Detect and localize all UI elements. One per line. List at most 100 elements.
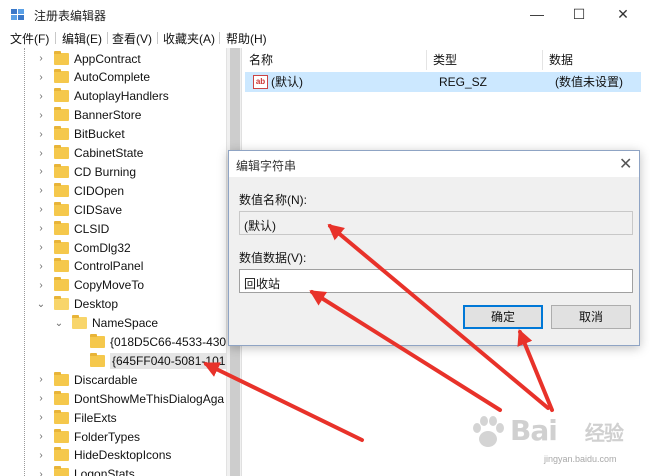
chevron-right-icon[interactable]: › <box>36 204 46 215</box>
folder-icon <box>54 88 69 103</box>
tree-node-label: CIDSave <box>74 202 123 217</box>
value-name-label: 数值名称(N): <box>239 193 307 207</box>
value-type: REG_SZ <box>439 75 488 89</box>
tree-node-label: BannerStore <box>74 108 142 123</box>
chevron-right-icon[interactable]: › <box>36 412 46 423</box>
tree-node-label: AutoplayHandlers <box>74 89 169 104</box>
tree-node[interactable]: › ControlPanel <box>36 257 143 276</box>
chevron-right-icon[interactable]: › <box>36 242 46 253</box>
ab-string-icon: ab <box>253 75 268 89</box>
folder-icon <box>54 126 69 141</box>
tree-node-label: Discardable <box>74 372 138 387</box>
chevron-right-icon[interactable]: › <box>36 261 46 272</box>
tree-node[interactable]: › HideDesktopIcons <box>36 446 171 465</box>
tree-node-label: AutoComplete <box>74 70 151 85</box>
folder-icon <box>54 258 69 273</box>
tree-node-label: HideDesktopIcons <box>74 448 172 463</box>
chevron-right-icon[interactable]: › <box>36 72 46 83</box>
chevron-right-icon[interactable]: › <box>36 374 46 385</box>
chevron-right-icon[interactable]: › <box>36 450 46 461</box>
tree-node-label: NameSpace <box>92 316 159 331</box>
tree-node[interactable]: › BitBucket <box>36 125 125 144</box>
minimize-icon: — <box>530 6 544 22</box>
tree-node-label: ControlPanel <box>74 259 144 274</box>
menu-help[interactable]: 帮助(H) <box>226 30 267 47</box>
chevron-right-icon[interactable]: › <box>36 393 46 404</box>
tree-node-label: CLSID <box>74 221 110 236</box>
chevron-right-icon[interactable]: › <box>36 53 46 64</box>
watermark-brand: Bai 经验 <box>510 414 624 447</box>
chevron-right-icon[interactable]: › <box>36 185 46 196</box>
folder-icon <box>54 409 69 424</box>
tree-node-label: FileExts <box>74 410 117 425</box>
tree-node[interactable]: › CIDSave <box>36 200 122 219</box>
value-data-label: 数值数据(V): <box>239 251 307 265</box>
tree-node[interactable]: › CIDOpen <box>36 181 124 200</box>
tree-guide-line <box>24 48 25 476</box>
chevron-right-icon[interactable]: › <box>36 166 46 177</box>
chevron-down-icon[interactable]: ⌄ <box>36 299 46 310</box>
title-bar: 注册表编辑器 — ☐ ✕ <box>0 0 650 28</box>
tree-node[interactable]: ⌄ Desktop <box>36 295 118 314</box>
chevron-right-icon[interactable]: › <box>36 129 46 140</box>
minimize-button[interactable]: — <box>514 0 560 28</box>
tree-node-label: ComDlg32 <box>74 240 131 255</box>
folder-icon <box>54 69 69 84</box>
tree-node[interactable]: › AutoComplete <box>36 68 150 87</box>
folder-icon <box>54 277 69 292</box>
chevron-down-icon[interactable]: ⌄ <box>54 318 64 329</box>
chevron-right-icon[interactable]: › <box>36 469 46 476</box>
folder-icon <box>54 239 69 254</box>
tree-node[interactable]: › Discardable <box>36 370 137 389</box>
menu-favorites[interactable]: 收藏夹(A) <box>163 30 215 47</box>
close-button[interactable]: ✕ <box>600 0 646 28</box>
chevron-right-icon[interactable]: › <box>36 91 46 102</box>
chevron-right-icon[interactable]: › <box>36 431 46 442</box>
menu-edit[interactable]: 编辑(E) <box>62 30 102 47</box>
tree-node[interactable]: › LogonStats <box>36 465 135 476</box>
folder-icon <box>54 220 69 235</box>
tree-node[interactable]: {018D5C66-4533-4307 <box>72 333 233 352</box>
tree-node[interactable]: › DontShowMeThisDialogAga <box>36 389 224 408</box>
column-header-type[interactable]: 类型 <box>427 50 543 70</box>
tree-node[interactable]: › CopyMoveTo <box>36 276 144 295</box>
tree-node[interactable]: › AutoplayHandlers <box>36 87 169 106</box>
maximize-button[interactable]: ☐ <box>556 0 602 28</box>
chevron-right-icon[interactable]: › <box>36 223 46 234</box>
folder-icon <box>90 352 105 367</box>
folder-icon <box>90 334 105 348</box>
tree-node[interactable]: › FileExts <box>36 408 117 427</box>
menu-separator <box>55 32 56 44</box>
cancel-button[interactable]: 取消 <box>551 305 631 329</box>
tree-node-label: FolderTypes <box>74 429 141 444</box>
tree-node[interactable]: › CabinetState <box>36 144 143 163</box>
column-header-data[interactable]: 数据 <box>543 50 650 70</box>
column-header-name[interactable]: 名称 <box>243 50 427 70</box>
value-row-default[interactable]: ab (默认) REG_SZ (数值未设置) <box>245 72 641 92</box>
tree-node[interactable]: ⌄ NameSpace <box>54 314 158 333</box>
chevron-right-icon[interactable]: › <box>36 280 46 291</box>
dialog-close-icon[interactable]: ✕ <box>619 154 632 174</box>
tree-node[interactable]: › CD Burning <box>36 162 136 181</box>
tree-node[interactable]: › FolderTypes <box>36 427 140 446</box>
menu-separator <box>107 32 108 44</box>
tree-node[interactable]: › CLSID <box>36 219 109 238</box>
tree-node-label: {018D5C66-4533-4307 <box>110 335 233 349</box>
tree-node-label: BitBucket <box>74 127 125 142</box>
tree-node[interactable]: {645FF040-5081-101E <box>72 351 236 370</box>
ok-button[interactable]: 确定 <box>463 305 543 329</box>
value-data-input[interactable]: 回收站 <box>239 269 633 293</box>
menu-view[interactable]: 查看(V) <box>112 30 152 47</box>
tree-node[interactable]: › ComDlg32 <box>36 238 131 257</box>
tree-node[interactable]: › AppContract <box>36 49 141 68</box>
value-name: (默认) <box>271 75 303 89</box>
menu-file[interactable]: 文件(F) <box>10 30 49 47</box>
tree-node-label: CD Burning <box>74 164 137 179</box>
menu-separator <box>157 32 158 44</box>
folder-icon <box>54 390 69 405</box>
tree-node[interactable]: › BannerStore <box>36 106 141 125</box>
tree-node-label: CIDOpen <box>74 183 125 198</box>
paw-logo-icon <box>473 416 504 447</box>
chevron-right-icon[interactable]: › <box>36 148 46 159</box>
chevron-right-icon[interactable]: › <box>36 110 46 121</box>
